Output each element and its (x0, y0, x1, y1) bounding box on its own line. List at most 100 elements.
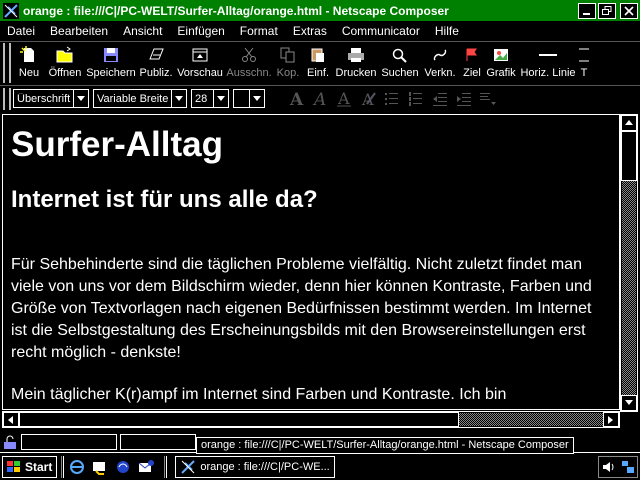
print-icon (348, 48, 364, 62)
menu-bearbeiten[interactable]: Bearbeiten (43, 24, 116, 38)
font-select[interactable]: Variable Breite (93, 89, 187, 108)
text-color-select[interactable] (233, 89, 265, 108)
underline-button[interactable]: A (333, 89, 355, 109)
document-heading2[interactable]: Internet ist für uns alle da? (11, 186, 611, 214)
channels-icon (117, 460, 130, 473)
cut-button[interactable]: Ausschn. (225, 42, 273, 82)
table-icon (579, 48, 589, 62)
vertical-scroll-thumb[interactable] (621, 131, 637, 181)
quicklaunch-outlook[interactable] (137, 458, 155, 476)
print-label: Drucken (335, 67, 377, 79)
restore-icon (602, 5, 612, 15)
save-button[interactable]: Speichern (85, 42, 137, 82)
status-field (120, 434, 196, 450)
network-icon[interactable] (621, 460, 635, 474)
target-button[interactable]: Ziel (459, 42, 485, 82)
scroll-right-button[interactable] (603, 412, 619, 427)
copy-icon (280, 47, 295, 63)
table-button[interactable]: T (579, 42, 589, 82)
menu-extras[interactable]: Extras (286, 24, 335, 38)
font-size-select[interactable]: 28 (191, 89, 229, 108)
quicklaunch-ie[interactable] (68, 458, 86, 476)
open-label: Öffnen (48, 67, 82, 79)
title-bar[interactable]: orange : file:///C|/PC-WELT/Surfer-Allta… (0, 0, 640, 21)
preview-label: Vorschau (177, 67, 223, 79)
bullet-list-button[interactable] (381, 89, 403, 109)
minimize-button[interactable] (578, 2, 596, 19)
menu-datei[interactable]: Datei (0, 24, 43, 38)
menu-hilfe[interactable]: Hilfe (428, 24, 467, 38)
find-button[interactable]: Suchen (379, 42, 421, 82)
new-button[interactable]: Neu (13, 42, 45, 82)
chevron-down-icon (217, 95, 225, 101)
quicklaunch-channels[interactable] (114, 458, 132, 476)
close-icon (624, 5, 634, 16)
alignment-button[interactable] (477, 89, 499, 109)
horizontal-scroll-thumb[interactable] (19, 412, 459, 427)
horizontal-scrollbar[interactable] (2, 411, 620, 428)
window-title: orange : file:///C|/PC-WELT/Surfer-Allta… (23, 3, 449, 18)
scroll-down-button[interactable] (621, 395, 637, 411)
new-page-icon (20, 46, 34, 62)
quicklaunch-desktop[interactable] (91, 458, 109, 476)
svg-text:A: A (312, 90, 326, 108)
menu-ansicht[interactable]: Ansicht (116, 24, 170, 38)
open-button[interactable]: Öffnen (45, 42, 85, 82)
document-heading1[interactable]: Surfer-Alltag (11, 125, 611, 165)
menu-format[interactable]: Format (233, 24, 286, 38)
table-label: T (580, 67, 588, 79)
publish-icon (149, 48, 164, 60)
netscape-composer-icon (3, 2, 19, 19)
increase-indent-button[interactable] (453, 89, 475, 109)
image-icon (494, 49, 508, 61)
toolbar-grip[interactable] (3, 43, 11, 83)
security-lock-icon[interactable] (2, 434, 18, 450)
arrow-up-icon (625, 120, 633, 125)
chevron-down-icon (77, 95, 85, 101)
menu-einfuegen[interactable]: Einfügen (170, 24, 232, 38)
start-label: Start (25, 459, 53, 474)
preview-button[interactable]: Vorschau (175, 42, 225, 82)
image-label: Grafik (486, 67, 516, 79)
italic-button[interactable]: A (309, 89, 331, 109)
horizontal-line-label: Horiz. Linie (520, 67, 576, 79)
taskbar: Start orange : file:///C|/PC-WE... (0, 452, 640, 480)
taskbar-window-label: orange : file:///C|/PC-WE... (200, 460, 330, 473)
format-toolbar-grip[interactable] (3, 87, 11, 110)
numbered-list-icon (409, 91, 422, 106)
print-button[interactable]: Drucken (333, 42, 379, 82)
bold-button[interactable]: A (285, 89, 307, 109)
decrease-indent-button[interactable] (429, 89, 451, 109)
paragraph-style-select[interactable]: Überschrift (13, 89, 89, 108)
copy-button[interactable]: Kop. (273, 42, 303, 82)
menu-communicator[interactable]: Communicator (335, 24, 428, 38)
close-button[interactable] (620, 2, 638, 19)
format-toolbar: Überschrift Variable Breite 28 A A A A (0, 85, 640, 111)
editor-area[interactable]: Surfer-Alltag Internet ist für uns alle … (2, 114, 620, 410)
publish-button[interactable]: Publiz. (137, 42, 175, 82)
maximize-button[interactable] (598, 2, 616, 19)
paste-label: Einf. (306, 67, 329, 79)
paste-button[interactable]: Einf. (303, 42, 333, 82)
vertical-scroll-track[interactable] (622, 181, 636, 395)
taskbar-window-button[interactable]: orange : file:///C|/PC-WE... (175, 455, 336, 478)
volume-speaker-icon[interactable] (602, 460, 616, 474)
arrow-right-icon (608, 415, 613, 424)
chevron-down-icon (175, 95, 183, 101)
clear-styles-button[interactable]: A (357, 89, 379, 109)
document-paragraph[interactable]: Mein täglicher K(r)ampf im Internet sind… (11, 384, 611, 406)
arrow-left-icon (8, 415, 13, 424)
target-icon (466, 48, 477, 61)
link-button[interactable]: Verkn. (421, 42, 459, 82)
internet-explorer-icon (70, 459, 85, 474)
document-paragraph[interactable]: Für Sehbehinderte sind die täglichen Pro… (11, 254, 611, 364)
font-size-value: 28 (195, 92, 208, 105)
numbered-list-button[interactable] (405, 89, 427, 109)
horizontal-line-button[interactable]: Horiz. Linie (517, 42, 579, 82)
start-button[interactable]: Start (2, 455, 58, 478)
cut-scissors-icon (242, 47, 256, 62)
scroll-left-button[interactable] (3, 412, 19, 427)
vertical-scrollbar[interactable] (620, 114, 638, 412)
image-button[interactable]: Grafik (485, 42, 517, 82)
scroll-up-button[interactable] (621, 115, 637, 131)
